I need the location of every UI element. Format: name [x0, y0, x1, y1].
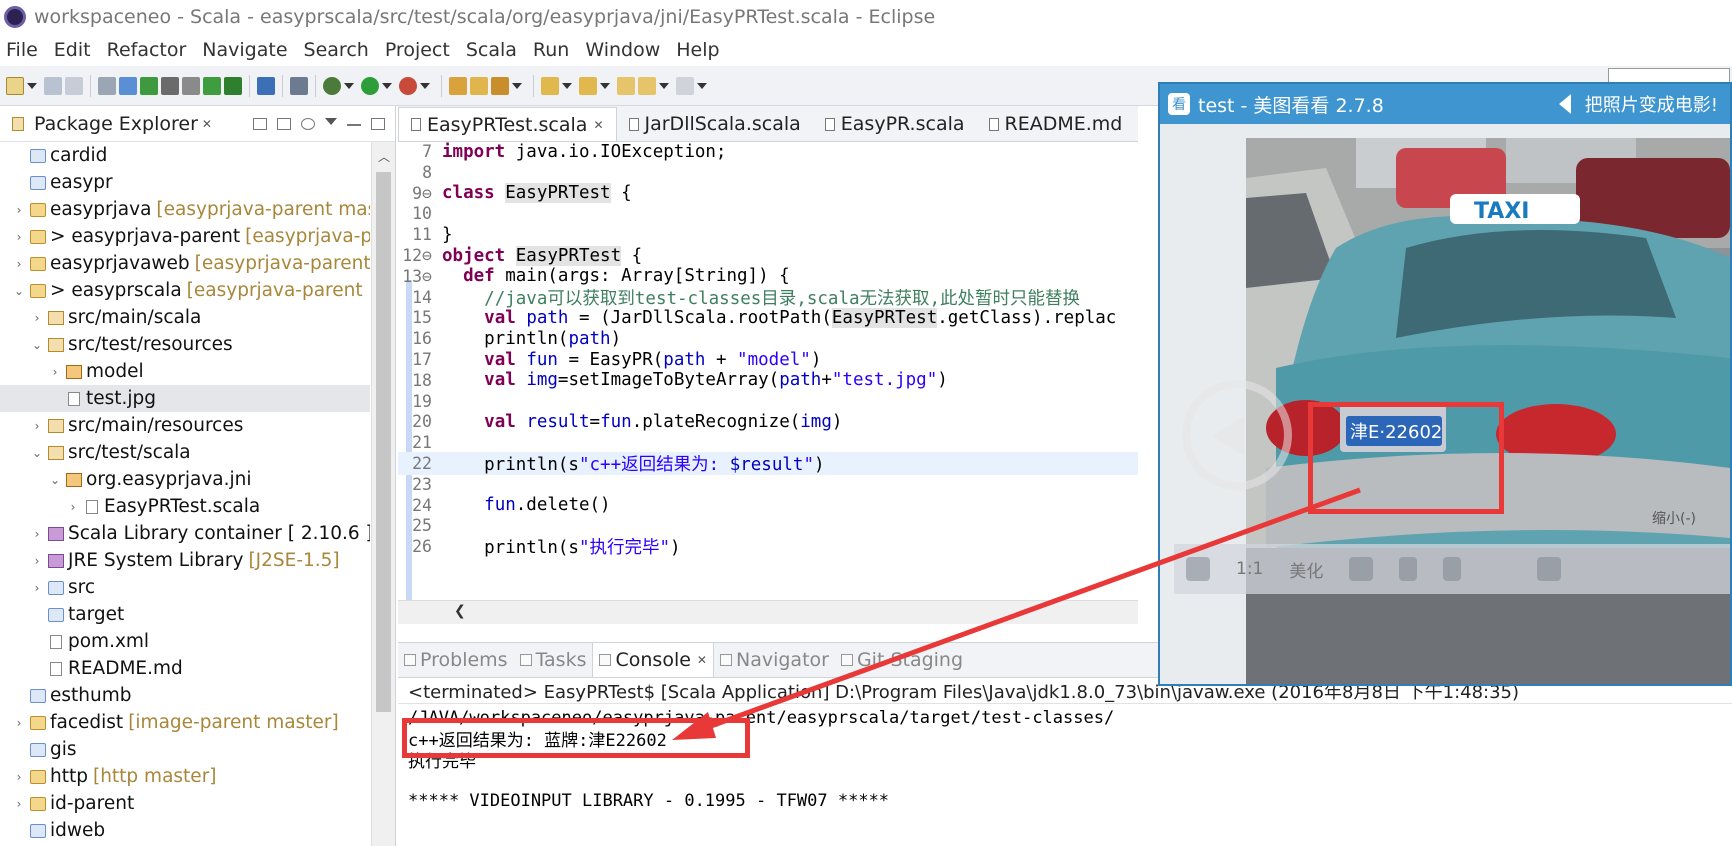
annotation-arrow: [672, 487, 1361, 740]
arrow-head: [672, 712, 716, 740]
